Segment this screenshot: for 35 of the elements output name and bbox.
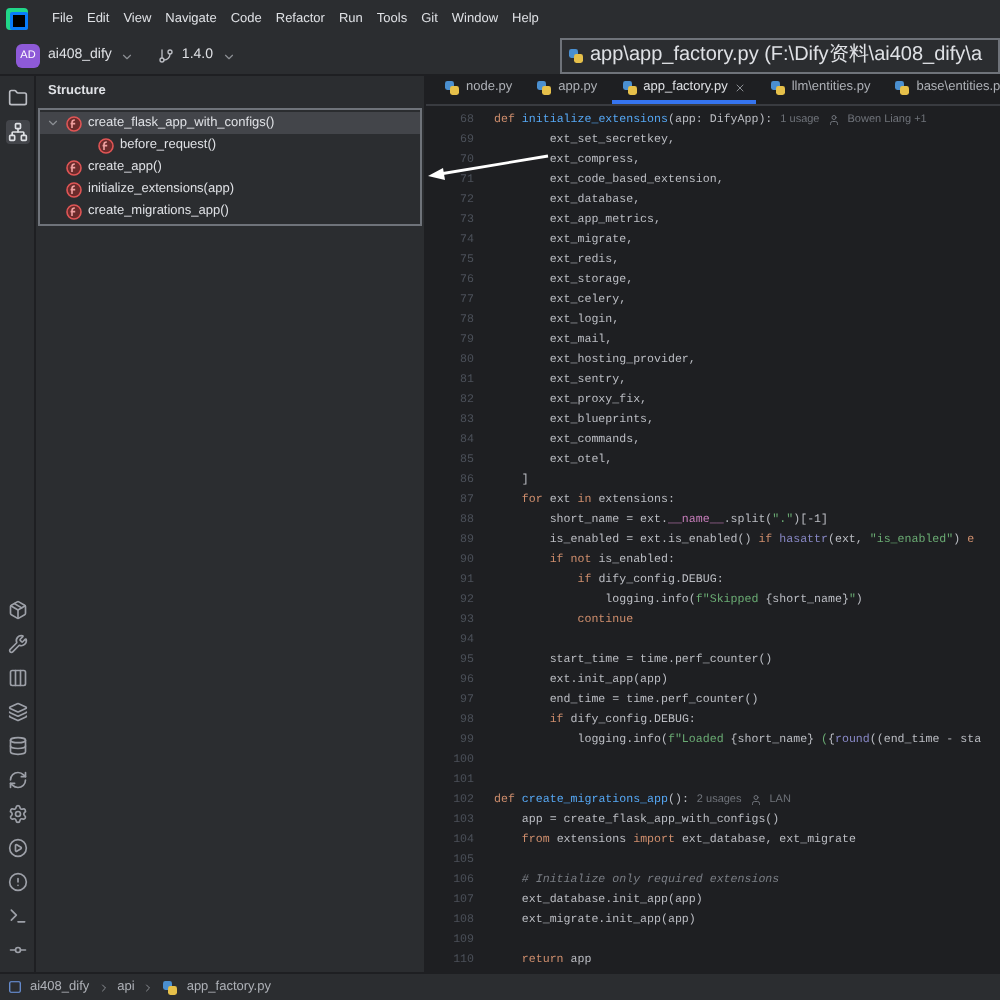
wrench-icon[interactable] bbox=[7, 634, 27, 654]
close-icon[interactable] bbox=[733, 81, 746, 93]
app-logo-icon bbox=[6, 8, 28, 30]
branch-icon[interactable] bbox=[157, 48, 174, 64]
arrow bbox=[428, 154, 549, 180]
person-icon bbox=[827, 114, 840, 126]
chevron-down-icon[interactable] bbox=[221, 49, 235, 63]
python-file-icon bbox=[621, 79, 638, 95]
python-file-icon bbox=[769, 79, 786, 95]
person-icon bbox=[749, 794, 762, 806]
alert-icon[interactable] bbox=[7, 872, 27, 892]
function-icon bbox=[66, 115, 82, 131]
function-icon bbox=[66, 181, 82, 197]
terminal-icon[interactable] bbox=[7, 906, 27, 926]
refresh-icon[interactable] bbox=[7, 770, 27, 790]
python-file-icon bbox=[444, 79, 460, 95]
chevron-down-icon[interactable] bbox=[46, 116, 60, 130]
chevron-right-icon bbox=[97, 981, 110, 993]
python-file-icon bbox=[894, 79, 911, 95]
chevron-down-icon[interactable] bbox=[119, 49, 134, 63]
python-file-icon bbox=[162, 979, 179, 995]
function-icon bbox=[98, 137, 114, 153]
structure-tool-button[interactable] bbox=[5, 120, 29, 144]
folder-icon[interactable] bbox=[7, 88, 27, 108]
layers-icon[interactable] bbox=[7, 702, 27, 722]
columns-icon[interactable] bbox=[7, 668, 27, 688]
module-icon bbox=[8, 980, 22, 994]
file-path: app\app_factory.py (F:\Dify资料\ai408_dify\a bbox=[590, 44, 983, 68]
package-icon[interactable] bbox=[7, 600, 27, 620]
chevron-right-icon bbox=[142, 981, 155, 993]
database-icon[interactable] bbox=[7, 736, 27, 756]
play-icon[interactable] bbox=[7, 838, 27, 858]
settings-icon[interactable] bbox=[7, 804, 27, 824]
function-icon bbox=[66, 203, 82, 219]
function-icon bbox=[66, 159, 82, 175]
